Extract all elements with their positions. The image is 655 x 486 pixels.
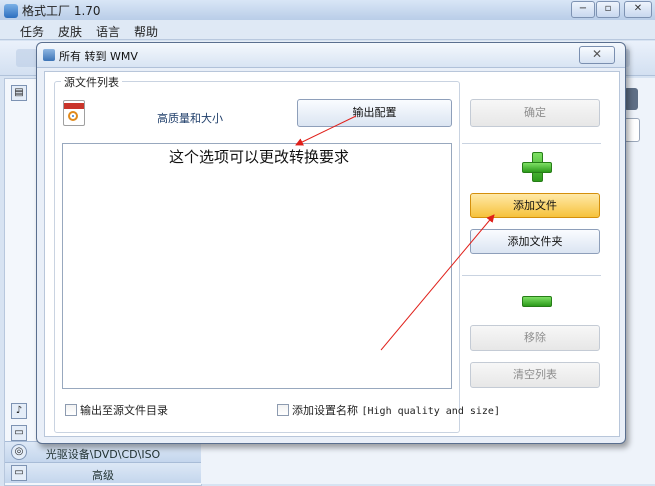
app-titlebar: 格式工厂 1.70 − ▫ ✕: [0, 0, 655, 21]
sidebar-item-advanced[interactable]: ▭ 高级: [5, 462, 201, 483]
close-window-button[interactable]: ✕: [624, 1, 652, 18]
menu-bar: 任务 皮肤 语言 帮助: [0, 20, 655, 40]
add-icon: [522, 152, 552, 182]
checkbox-label: 添加设置名称 [High quality and size]: [292, 402, 500, 418]
wmv-format-icon: [63, 100, 85, 126]
checkbox-label-text: 添加设置名称: [292, 404, 358, 417]
ok-button[interactable]: 确定: [470, 99, 600, 127]
checkbox-setting-tag: [High quality and size]: [361, 406, 500, 417]
dialog-body: 源文件列表 高质量和大小 输出配置 确定 这个选项可以更改转换要求 添加文件 添…: [44, 71, 620, 437]
convert-dialog: 所有 转到 WMV ✕ 源文件列表 高质量和大小 输出配置 确定 这个选项可以更…: [36, 42, 626, 444]
clear-list-button[interactable]: 清空列表: [470, 362, 600, 388]
group-label: 源文件列表: [61, 74, 122, 90]
sidebar-item-label: 光驱设备\DVD\CD\ISO: [45, 448, 161, 461]
add-setting-name-checkbox[interactable]: [277, 404, 289, 416]
remove-button[interactable]: 移除: [470, 325, 600, 351]
checkbox-label: 输出至源文件目录: [80, 404, 168, 417]
output-to-source-checkbox[interactable]: [65, 404, 77, 416]
annotation-text: 这个选项可以更改转换要求: [169, 148, 350, 166]
app-title: 格式工厂 1.70: [22, 4, 101, 18]
add-folder-button[interactable]: 添加文件夹: [470, 229, 600, 254]
minimize-button[interactable]: −: [571, 1, 595, 18]
file-list[interactable]: 这个选项可以更改转换要求: [62, 143, 452, 389]
image-icon[interactable]: ▭: [11, 425, 27, 441]
app-logo-icon: [4, 3, 18, 18]
dialog-close-button[interactable]: ✕: [579, 46, 615, 64]
menu-language[interactable]: 语言: [90, 20, 126, 39]
menu-help[interactable]: 帮助: [128, 20, 164, 39]
audio-icon[interactable]: ♪: [11, 403, 27, 419]
menu-skin[interactable]: 皮肤: [52, 20, 88, 39]
settings-icon: [624, 118, 640, 142]
output-to-source-option[interactable]: 输出至源文件目录: [65, 402, 168, 418]
doc-icon[interactable]: ▤: [11, 85, 27, 101]
dialog-titlebar: 所有 转到 WMV ✕: [37, 43, 625, 68]
menu-task[interactable]: 任务: [14, 20, 50, 39]
toolbar-ghost-icon: [16, 49, 38, 67]
divider: [462, 275, 601, 276]
dialog-app-icon: [43, 49, 55, 61]
app-title-wrap: 格式工厂 1.70: [4, 2, 101, 19]
add-setting-name-option[interactable]: 添加设置名称 [High quality and size]: [277, 402, 500, 418]
add-file-button[interactable]: 添加文件: [470, 193, 600, 218]
remove-icon: [522, 296, 552, 307]
sidebar-item-label: 高级: [92, 469, 114, 482]
sidebar-item-dvd[interactable]: ◎ 光驱设备\DVD\CD\ISO: [5, 441, 201, 462]
quality-label: 高质量和大小: [157, 112, 223, 125]
output-config-button[interactable]: 输出配置: [297, 99, 452, 127]
maximize-button[interactable]: ▫: [596, 1, 620, 18]
dialog-title: 所有 转到 WMV: [59, 50, 138, 63]
divider: [462, 143, 601, 144]
device-icon: [624, 88, 638, 110]
